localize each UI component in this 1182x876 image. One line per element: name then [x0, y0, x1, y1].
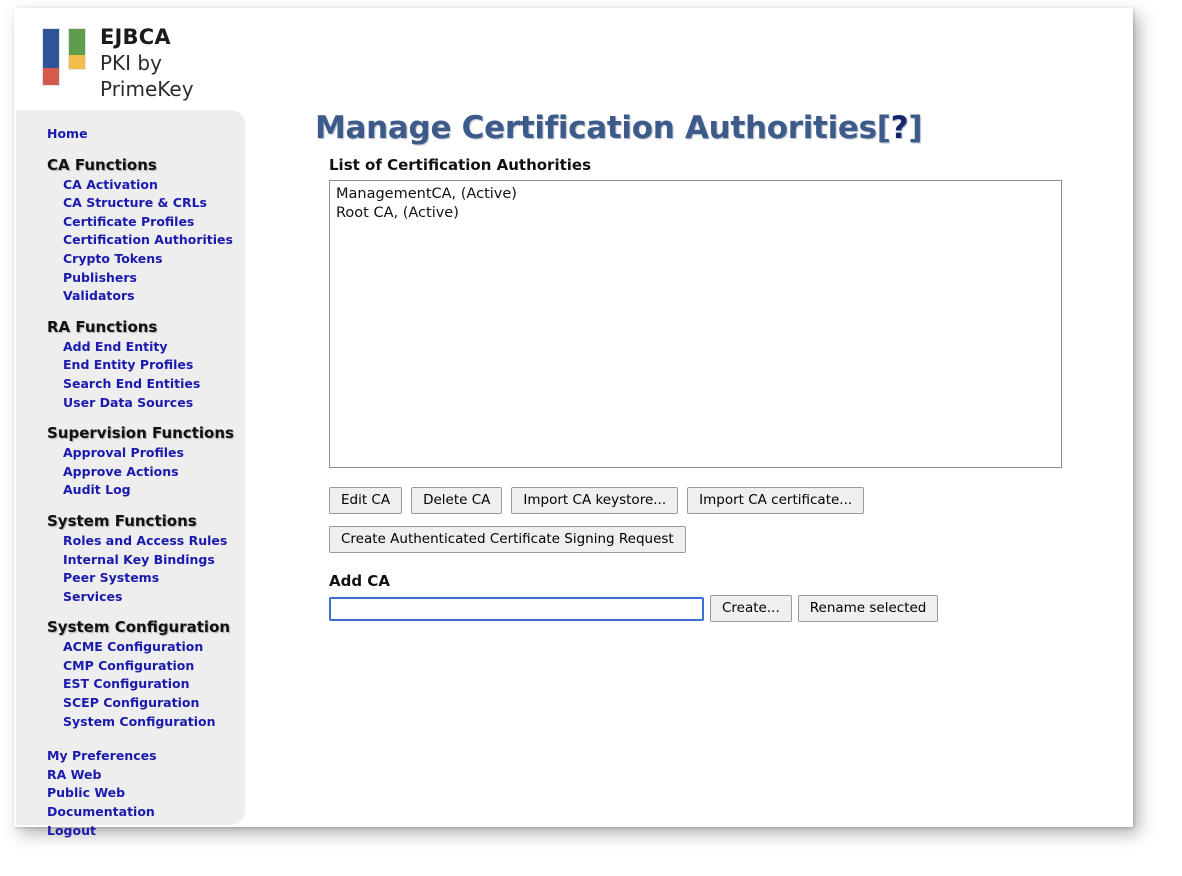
sidebar-item-ca-activation[interactable]: CA Activation: [63, 176, 245, 195]
sidebar-item-certification-authorities[interactable]: Certification Authorities: [63, 231, 245, 250]
sidebar-item-documentation[interactable]: Documentation: [47, 803, 245, 822]
help-bracket-close: ]: [908, 110, 922, 146]
sidebar-header-system-configuration: System Configuration: [47, 617, 245, 638]
sidebar-item-add-end-entity[interactable]: Add End Entity: [63, 338, 245, 357]
sidebar-header-supervision-functions: Supervision Functions: [47, 423, 245, 444]
sidebar-item-peer-systems[interactable]: Peer Systems: [63, 569, 245, 588]
ca-list-option[interactable]: ManagementCA, (Active): [330, 185, 1061, 204]
sidebar-item-publishers[interactable]: Publishers: [63, 269, 245, 288]
sidebar-item-services[interactable]: Services: [63, 588, 245, 607]
sidebar-item-approval-profiles[interactable]: Approval Profiles: [63, 444, 245, 463]
sidebar-item-search-end-entities[interactable]: Search End Entities: [63, 375, 245, 394]
sidebar-item-public-web[interactable]: Public Web: [47, 784, 245, 803]
brand-subtitle: PKI by PrimeKey: [100, 50, 194, 102]
add-ca-row: Create...Rename selected: [329, 595, 1115, 622]
sidebar-item-validators[interactable]: Validators: [63, 287, 245, 306]
add-ca-input[interactable]: [329, 597, 704, 621]
brand-title: EJBCA: [100, 24, 194, 50]
sidebar-groups: CA FunctionsCA ActivationCA Structure & …: [16, 144, 245, 732]
sidebar-group-spacer: [16, 606, 245, 617]
ca-listbox[interactable]: ManagementCA, (Active)Root CA, (Active): [329, 180, 1062, 468]
main-content: Manage Certification Authorities[?] List…: [315, 110, 1115, 622]
sidebar-item-acme-configuration[interactable]: ACME Configuration: [63, 638, 245, 657]
sidebar-item-scep-configuration[interactable]: SCEP Configuration: [63, 694, 245, 713]
create-ca-button[interactable]: Create...: [710, 595, 792, 622]
sidebar-group-spacer: [16, 412, 245, 423]
sidebar-item-end-entity-profiles[interactable]: End Entity Profiles: [63, 356, 245, 375]
sidebar-top-links: Home: [16, 125, 245, 144]
page-title: Manage Certification Authorities[?]: [315, 110, 1115, 148]
sidebar-group-spacer: [16, 500, 245, 511]
logo-segment-green: [69, 29, 85, 55]
sidebar-top-spacer: [16, 110, 245, 125]
logo-segment-blue: [43, 29, 59, 68]
help-question-mark: ?: [891, 110, 909, 146]
sidebar-group-spacer: [16, 144, 245, 155]
import-ca-certificate-button[interactable]: Import CA certificate...: [687, 487, 864, 514]
sidebar-item-est-configuration[interactable]: EST Configuration: [63, 675, 245, 694]
sidebar: Home CA FunctionsCA ActivationCA Structu…: [16, 110, 245, 825]
sidebar-header-ra-functions: RA Functions: [47, 317, 245, 338]
ca-list-option[interactable]: Root CA, (Active): [330, 204, 1061, 223]
sidebar-bottom-spacer: [16, 731, 245, 747]
logo-segment-yellow: [69, 55, 85, 69]
logo-bar-left: [42, 28, 60, 86]
logo-bar-right: [68, 28, 86, 70]
sidebar-item-ca-structure-and-crls[interactable]: CA Structure & CRLs: [63, 194, 245, 213]
sidebar-item-internal-key-bindings[interactable]: Internal Key Bindings: [63, 551, 245, 570]
ca-list-label: List of Certification Authorities: [329, 156, 1115, 174]
import-ca-keystore-button[interactable]: Import CA keystore...: [511, 487, 678, 514]
page-panel: EJBCA PKI by PrimeKey Home CA FunctionsC…: [14, 8, 1133, 827]
csr-button-row: Create Authenticated Certificate Signing…: [329, 526, 1115, 553]
sidebar-item-crypto-tokens[interactable]: Crypto Tokens: [63, 250, 245, 269]
add-ca-buttons: Create...Rename selected: [710, 595, 938, 622]
sidebar-bottom-links: My PreferencesRA WebPublic WebDocumentat…: [16, 747, 245, 840]
sidebar-item-approve-actions[interactable]: Approve Actions: [63, 463, 245, 482]
help-bracket-open: [: [877, 110, 891, 146]
sidebar-item-home[interactable]: Home: [47, 125, 245, 144]
create-authenticated-csr-button[interactable]: Create Authenticated Certificate Signing…: [329, 526, 686, 553]
help-link[interactable]: [?]: [877, 110, 922, 146]
add-ca-label: Add CA: [329, 572, 1115, 590]
sidebar-item-logout[interactable]: Logout: [47, 822, 245, 841]
delete-ca-button[interactable]: Delete CA: [411, 487, 502, 514]
sidebar-header-system-functions: System Functions: [47, 511, 245, 532]
sidebar-item-user-data-sources[interactable]: User Data Sources: [63, 394, 245, 413]
sidebar-item-my-preferences[interactable]: My Preferences: [47, 747, 245, 766]
edit-ca-button[interactable]: Edit CA: [329, 487, 402, 514]
sidebar-item-system-configuration-link[interactable]: System Configuration: [63, 713, 245, 732]
rename-selected-button[interactable]: Rename selected: [798, 595, 939, 622]
brand-text: EJBCA PKI by PrimeKey: [100, 24, 194, 102]
sidebar-item-audit-log[interactable]: Audit Log: [63, 481, 245, 500]
page-title-text: Manage Certification Authorities: [315, 110, 877, 146]
sidebar-group-spacer: [16, 306, 245, 317]
sidebar-header-ca-functions: CA Functions: [47, 155, 245, 176]
sidebar-item-cmp-configuration[interactable]: CMP Configuration: [63, 657, 245, 676]
ejbca-logo-icon: [42, 28, 90, 86]
ca-action-buttons-row: Edit CA Delete CA Import CA keystore... Imp…: [329, 487, 1115, 514]
sidebar-item-roles-and-access-rules[interactable]: Roles and Access Rules: [63, 532, 245, 551]
logo-segment-red: [43, 68, 59, 85]
sidebar-item-ra-web[interactable]: RA Web: [47, 766, 245, 785]
sidebar-item-certificate-profiles[interactable]: Certificate Profiles: [63, 213, 245, 232]
